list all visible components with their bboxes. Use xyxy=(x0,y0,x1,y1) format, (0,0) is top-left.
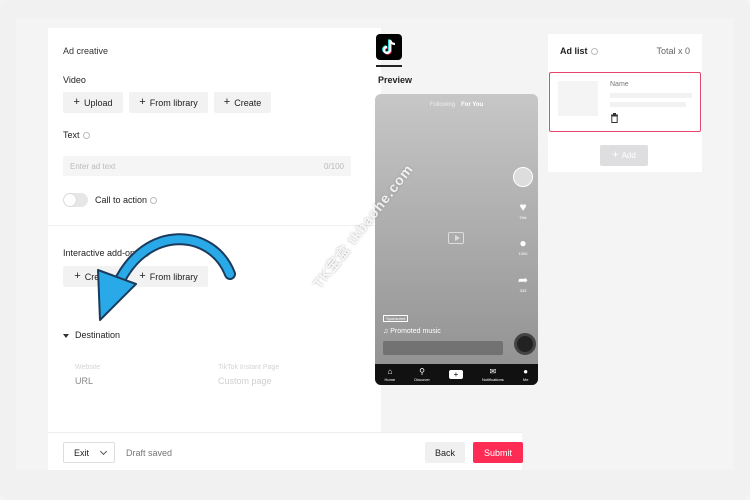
editor-canvas: Ad creative Video + Upload + From library … xyxy=(16,18,734,470)
annotation-arrow-icon xyxy=(97,233,236,321)
app-frame: Ad creative Video + Upload + From library … xyxy=(0,0,750,500)
